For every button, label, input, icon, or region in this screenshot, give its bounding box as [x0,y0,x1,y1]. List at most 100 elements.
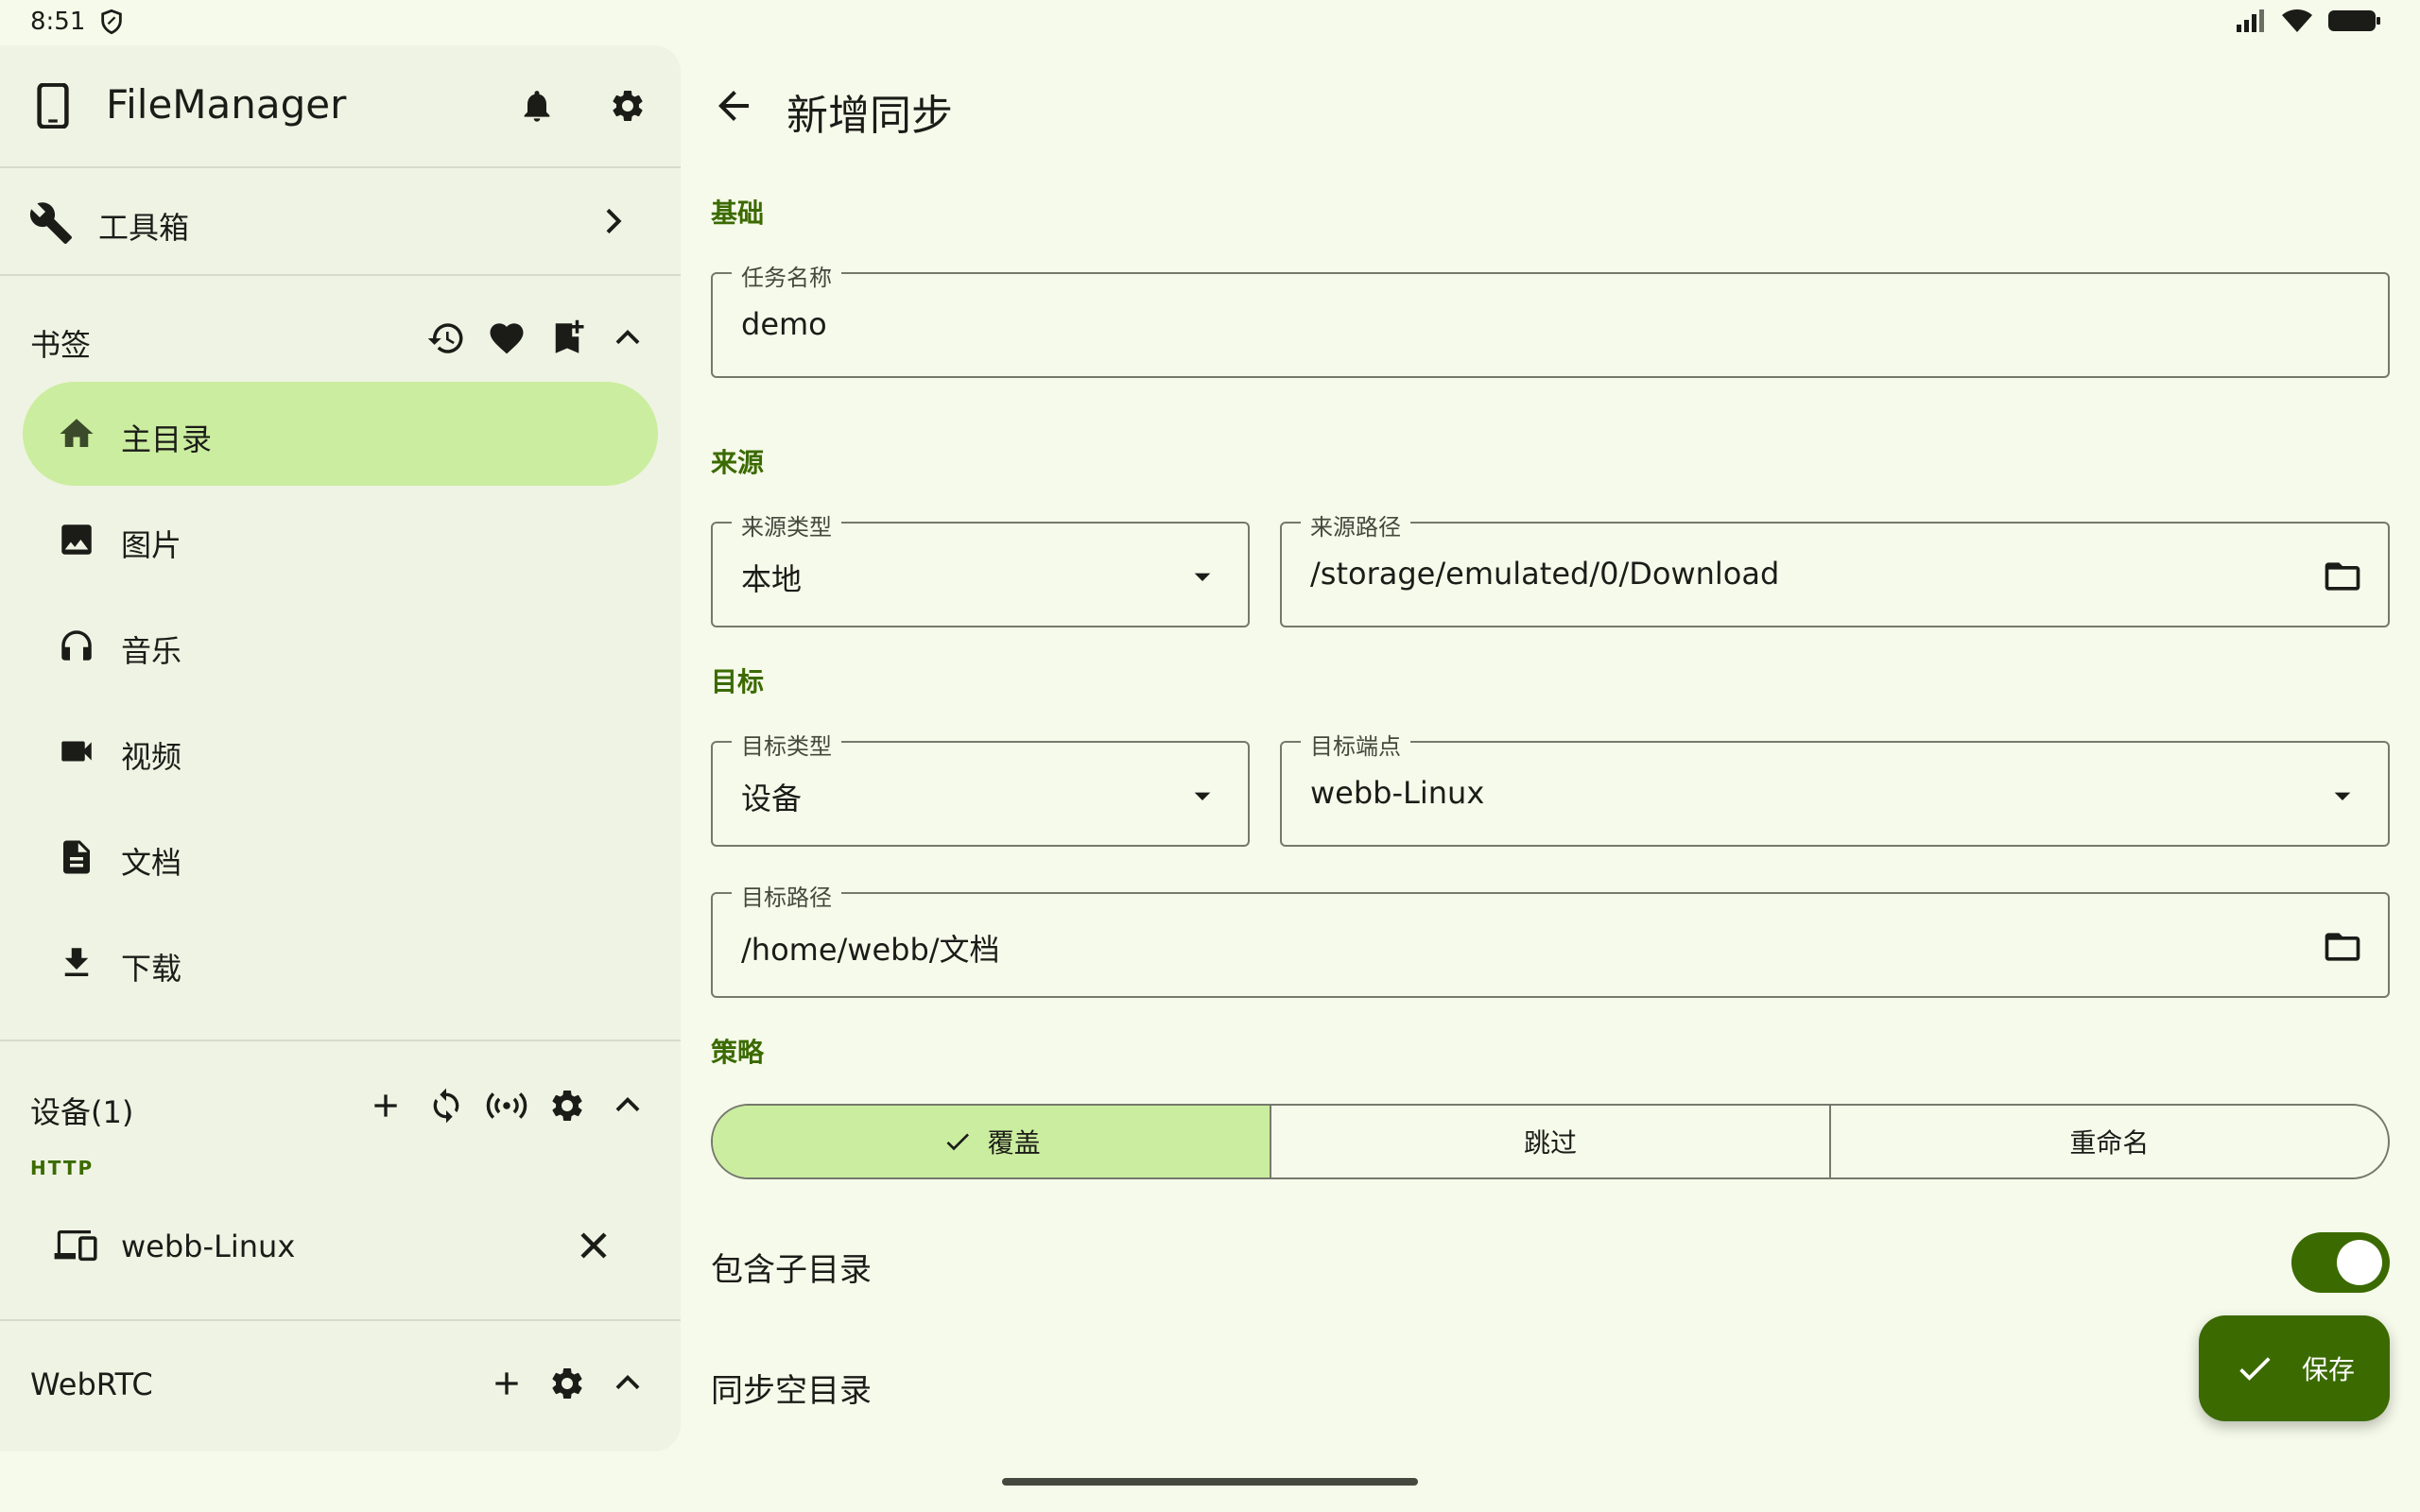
strategy-option-skip[interactable]: 跳过 [1271,1106,1831,1177]
bookmark-add-icon [555,319,584,353]
nav-item-label: 下载 [121,951,182,987]
add-icon [374,1094,397,1117]
sync-devices-button[interactable] [424,1083,469,1128]
navigation-drawer: FileManager 工具箱 书签 主目录 图片 音乐 视频 文档 下载 设备… [0,45,681,1452]
close-icon[interactable] [571,1223,616,1268]
field-value: 本地 [741,561,803,597]
strategy-segmented-button: 覆盖 跳过 重命名 [711,1104,2390,1179]
back-arrow-icon[interactable] [711,83,756,129]
target-endpoint-select[interactable]: 目标端点 webb-Linux [1280,728,2390,847]
gesture-home-bar[interactable] [1002,1478,1418,1486]
status-time: 8:51 [30,8,86,36]
field-label: 来源类型 [732,508,841,541]
check-icon [2239,1357,2271,1381]
history-button[interactable] [424,316,469,361]
strategy-option-overwrite[interactable]: 覆盖 [713,1106,1272,1177]
devices-icon [54,1230,97,1262]
settings-button[interactable] [605,83,650,129]
nav-item-label: 视频 [121,739,182,775]
nav-item-videos[interactable]: 视频 [23,699,658,803]
divider [0,1319,681,1321]
add-device-button[interactable] [363,1083,408,1128]
add-webrtc-button[interactable] [484,1361,529,1406]
check-icon [946,1133,969,1151]
nav-item-images[interactable]: 图片 [23,488,658,592]
dropdown-button[interactable] [2320,773,2365,818]
section-basic: 基础 [711,198,765,229]
chevron-up-icon [615,329,640,345]
target-type-select[interactable]: 目标类型 设备 [711,728,1250,847]
home-icon [60,419,94,447]
option-label: 重命名 [2069,1127,2150,1159]
arrow-drop-down-icon [1194,792,1211,800]
drawer-header: FileManager [0,45,681,166]
include-subdirs-switch[interactable] [2291,1232,2390,1293]
field-value: /home/webb/文档 [741,932,1000,968]
device-label: webb-Linux [121,1228,296,1264]
webrtc-settings-button[interactable] [544,1361,590,1406]
field-value: webb-Linux [1310,775,1485,811]
protocol-label: HTTP [30,1157,95,1179]
field-label: 目标路径 [732,879,841,912]
webrtc-title: WebRTC [30,1366,153,1402]
nav-item-music[interactable]: 音乐 [23,593,658,697]
section-target: 目标 [711,666,765,697]
nav-item-label: 文档 [121,845,182,881]
field-value: 设备 [741,781,803,816]
settings-icon [552,1091,582,1121]
source-path-field[interactable]: 来源路径 /storage/emulated/0/Download [1280,508,2390,627]
option-label: 覆盖 [987,1127,1041,1159]
add-bookmark-button[interactable] [544,316,590,361]
field-label: 目标类型 [732,728,841,761]
broadcast-button[interactable] [484,1083,529,1128]
favorite-icon [490,323,524,354]
settings-icon [552,1368,582,1399]
field-label: 来源路径 [1301,508,1410,541]
nav-item-label: 音乐 [121,633,182,669]
folder-icon [2325,562,2360,591]
phone-icon [37,83,69,129]
page-title: 新增同步 [786,92,953,140]
nav-item-documents[interactable]: 文档 [23,805,658,909]
bookmarks-title: 书签 [30,327,92,363]
dropdown-button[interactable] [1180,554,1225,599]
save-button[interactable]: 保存 [2199,1315,2390,1421]
browse-folder-button[interactable] [2320,924,2365,970]
nav-item-label: 主目录 [121,421,213,457]
section-strategy: 策略 [711,1037,765,1068]
device-item[interactable]: webb-Linux [0,1198,681,1293]
devices-header: 设备(1) [0,1068,681,1143]
devices-title: 设备(1) [30,1094,134,1130]
favorites-button[interactable] [484,316,529,361]
collapse-devices-button[interactable] [605,1083,650,1128]
browse-folder-button[interactable] [2320,554,2365,599]
nav-item-home[interactable]: 主目录 [23,382,658,486]
device-settings-button[interactable] [544,1083,590,1128]
app-title: FileManager [106,81,347,128]
nav-item-downloads[interactable]: 下载 [23,911,658,1015]
broadcast-icon [486,1092,527,1119]
videocam-icon [61,741,92,762]
field-value: /storage/emulated/0/Download [1310,556,1780,592]
status-bar: 8:51 [0,0,2420,45]
option-label: 跳过 [1523,1127,1577,1159]
nav-item-label: 图片 [121,527,182,563]
settings-icon [613,90,643,121]
strategy-option-rename[interactable]: 重命名 [1831,1106,2388,1177]
arrow-drop-down-icon [2334,792,2351,800]
notifications-button[interactable] [514,83,560,129]
target-path-field[interactable]: 目标路径 /home/webb/文档 [711,879,2390,998]
shield-icon [101,9,122,35]
source-type-select[interactable]: 来源类型 本地 [711,508,1250,627]
task-name-field[interactable]: 任务名称 demo [711,259,2390,378]
field-value: demo [741,306,827,342]
collapse-bookmarks-button[interactable] [605,316,650,361]
collapse-webrtc-button[interactable] [605,1361,650,1406]
chevron-up-icon [615,1096,640,1112]
wifi-icon [2282,9,2312,32]
field-label: 任务名称 [732,259,841,292]
dropdown-button[interactable] [1180,773,1225,818]
sync-icon [433,1088,459,1124]
toolbox-item[interactable]: 工具箱 [0,168,681,274]
include-subdirs-label: 包含子目录 [711,1251,872,1289]
